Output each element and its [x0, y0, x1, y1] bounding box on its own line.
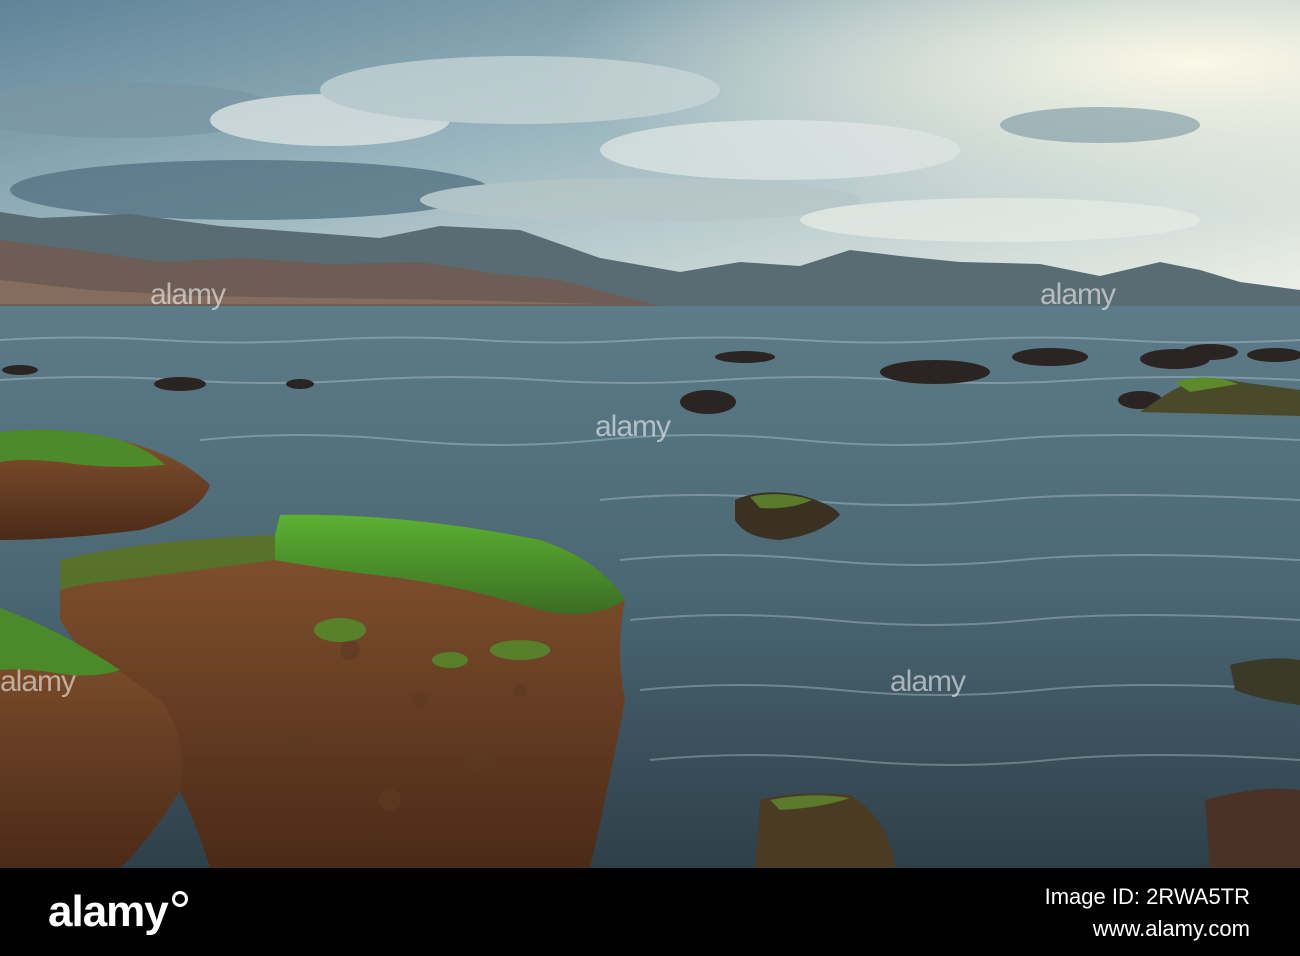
bottom-right-rock	[1205, 788, 1300, 868]
image-id: Image ID: 2RWA5TR	[1044, 884, 1250, 909]
brand-mark-icon	[171, 891, 188, 907]
seascape-image	[0, 0, 1300, 868]
site-url: www.alamy.com	[1092, 916, 1250, 941]
brand-name: alamy	[48, 887, 169, 936]
brand-logo: alamy	[48, 884, 188, 940]
footer-bar: alamy Image ID: 2RWA5TR www.alamy.com	[0, 868, 1300, 956]
photo: alamy alamy alamy alamy alamy	[0, 0, 1300, 868]
